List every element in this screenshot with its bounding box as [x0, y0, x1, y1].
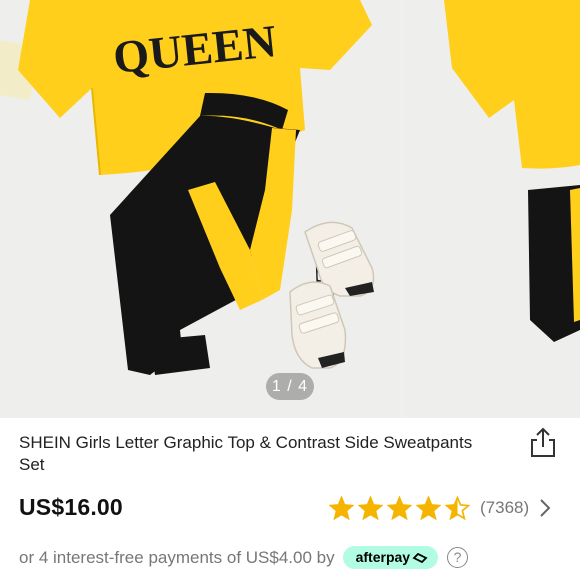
- star-full-icon: [358, 496, 383, 520]
- product-image-main[interactable]: QUEEN QUEEN 1 /: [0, 0, 400, 418]
- product-image-next[interactable]: [404, 0, 580, 418]
- share-button[interactable]: [528, 426, 558, 458]
- afterpay-logo-icon: [412, 552, 428, 563]
- share-icon: [531, 427, 555, 457]
- installment-text: or 4 interest-free payments of US$4.00 b…: [19, 547, 335, 567]
- question-icon: ?: [453, 549, 462, 565]
- product-price: US$16.00: [19, 494, 123, 520]
- review-count: (7368): [480, 498, 530, 517]
- image-counter: 1 / 4: [266, 373, 314, 400]
- rating-summary[interactable]: (7368): [329, 494, 551, 522]
- star-full-icon: [416, 496, 441, 520]
- star-half-icon: [445, 496, 470, 520]
- installment-info: or 4 interest-free payments of US$4.00 b…: [19, 546, 469, 569]
- chevron-right-icon: [540, 499, 551, 517]
- product-image-gallery[interactable]: QUEEN QUEEN 1 /: [0, 0, 580, 418]
- star-full-icon: [387, 496, 412, 520]
- afterpay-label: afterpay: [355, 549, 411, 565]
- afterpay-badge[interactable]: afterpay: [342, 546, 439, 569]
- help-button[interactable]: ?: [447, 547, 469, 568]
- star-full-icon: [329, 496, 354, 520]
- product-title: SHEIN Girls Letter Graphic Top & Contras…: [19, 433, 473, 474]
- rating-stars: [329, 496, 470, 520]
